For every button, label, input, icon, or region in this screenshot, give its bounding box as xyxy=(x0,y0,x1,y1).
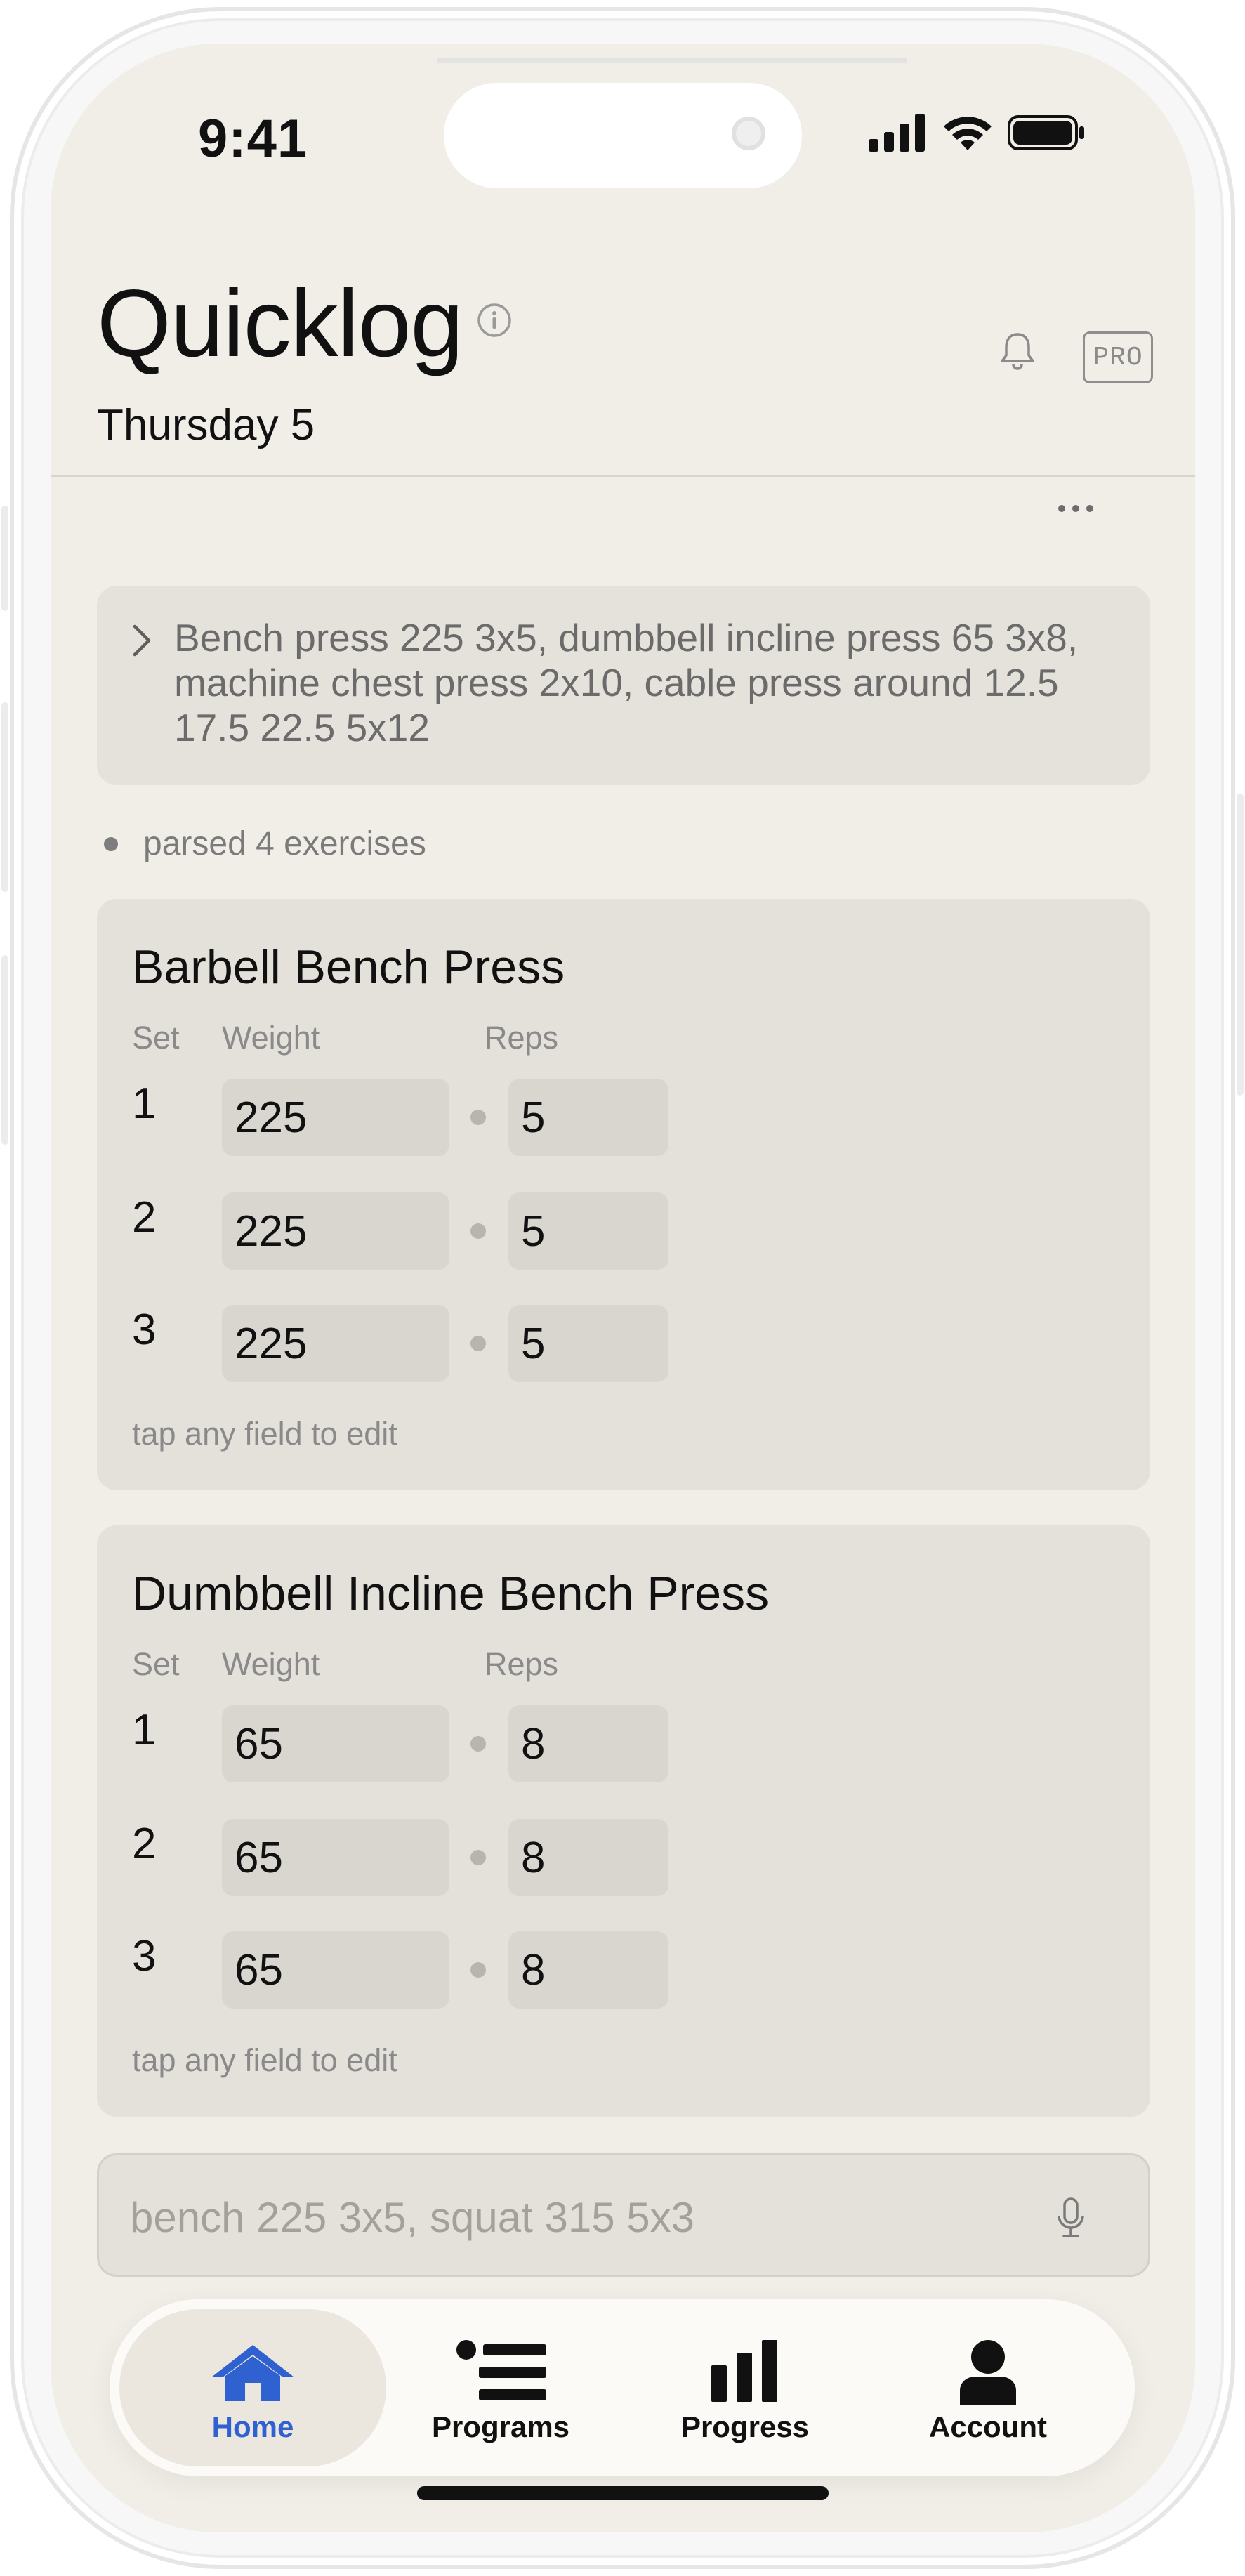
set-number: 1 xyxy=(132,1706,157,1754)
wifi-icon xyxy=(944,117,992,150)
battery-icon xyxy=(1008,115,1084,150)
front-camera xyxy=(732,117,765,150)
tab-account[interactable]: Account xyxy=(865,2309,1111,2466)
bar-chart-icon xyxy=(711,2339,779,2406)
exercise-card: Dumbbell Incline Bench Press Set Weight … xyxy=(97,1525,1150,2117)
more-icon[interactable] xyxy=(1055,500,1097,520)
status-dot xyxy=(104,836,118,851)
cellular-signal-icon xyxy=(869,114,925,152)
reps-field[interactable]: 5 xyxy=(508,1305,668,1382)
set-number: 1 xyxy=(132,1079,157,1128)
frame-highlight xyxy=(437,58,907,63)
column-header-set: Set xyxy=(132,1020,180,1056)
tab-progress[interactable]: Progress xyxy=(622,2309,868,2466)
status-icons xyxy=(869,114,1086,152)
parse-status-text: parsed 4 exercises xyxy=(143,825,426,862)
separator-dot xyxy=(470,1736,486,1752)
pro-badge[interactable]: PRO xyxy=(1083,331,1153,383)
status-time: 9:41 xyxy=(198,109,308,169)
tab-home[interactable]: Home xyxy=(119,2309,386,2466)
reps-field[interactable]: 8 xyxy=(508,1705,668,1782)
column-header-reps: Reps xyxy=(485,1020,559,1056)
tab-label: Account xyxy=(929,2410,1047,2443)
prompt-text: Bench press 225 3x5, dumbbell incline pr… xyxy=(174,616,1079,749)
exercise-name: Dumbbell Incline Bench Press xyxy=(132,1567,770,1620)
reps-field[interactable]: 8 xyxy=(508,1819,668,1896)
chevron-right-icon[interactable] xyxy=(128,621,156,664)
weight-field[interactable]: 65 xyxy=(222,1705,449,1782)
tab-bar: Home Programs Progress Account xyxy=(110,2299,1135,2476)
weight-field[interactable]: 225 xyxy=(222,1192,449,1270)
tab-label: Progress xyxy=(680,2410,810,2443)
exercise-name: Barbell Bench Press xyxy=(132,940,565,994)
side-button-volume-up xyxy=(1,702,8,892)
page-title: Quicklog xyxy=(97,270,463,376)
column-header-reps: Reps xyxy=(485,1646,559,1682)
edit-hint: tap any field to edit xyxy=(132,2042,397,2078)
weight-field[interactable]: 225 xyxy=(222,1305,449,1382)
weight-field[interactable]: 65 xyxy=(222,1931,449,2009)
separator-dot xyxy=(470,1962,486,1978)
column-header-weight: Weight xyxy=(222,1020,320,1056)
reps-field[interactable]: 8 xyxy=(508,1931,668,2009)
current-date: Thursday 5 xyxy=(97,401,315,449)
exercise-card: Barbell Bench Press Set Weight Reps 1 22… xyxy=(97,899,1150,1490)
quicklog-input-bar xyxy=(97,2153,1150,2277)
header-divider xyxy=(51,475,1195,477)
tab-label: Programs xyxy=(431,2410,570,2443)
set-number: 2 xyxy=(132,1193,157,1242)
home-icon xyxy=(207,2339,298,2406)
app-screen: 9:41 Quicklog PRO Thursday 5 Bench press… xyxy=(51,44,1195,2532)
side-button-power xyxy=(1237,794,1244,1096)
separator-dot xyxy=(470,1850,486,1865)
set-number: 3 xyxy=(132,1932,157,1980)
reps-field[interactable]: 5 xyxy=(508,1192,668,1270)
column-header-set: Set xyxy=(132,1646,180,1682)
reps-field[interactable]: 5 xyxy=(508,1079,668,1156)
person-icon xyxy=(959,2339,1017,2406)
prompt-card[interactable]: Bench press 225 3x5, dumbbell incline pr… xyxy=(97,586,1150,785)
tab-programs[interactable]: Programs xyxy=(378,2309,624,2466)
quicklog-input[interactable] xyxy=(130,2183,1029,2251)
weight-field[interactable]: 225 xyxy=(222,1079,449,1156)
set-number: 3 xyxy=(132,1306,157,1354)
bell-icon[interactable] xyxy=(999,330,1036,374)
weight-field[interactable]: 65 xyxy=(222,1819,449,1896)
column-header-weight: Weight xyxy=(222,1646,320,1682)
microphone-icon[interactable] xyxy=(1055,2196,1086,2243)
tab-label: Home xyxy=(211,2410,294,2443)
side-button-mute xyxy=(1,506,8,611)
parse-status: parsed 4 exercises xyxy=(97,824,426,863)
separator-dot xyxy=(470,1336,486,1351)
separator-dot xyxy=(470,1223,486,1239)
set-number: 2 xyxy=(132,1820,157,1868)
info-icon[interactable] xyxy=(476,302,513,342)
separator-dot xyxy=(470,1110,486,1125)
side-button-volume-down xyxy=(1,955,8,1145)
edit-hint: tap any field to edit xyxy=(132,1416,397,1452)
home-indicator[interactable] xyxy=(417,2486,829,2500)
list-icon xyxy=(455,2339,546,2406)
